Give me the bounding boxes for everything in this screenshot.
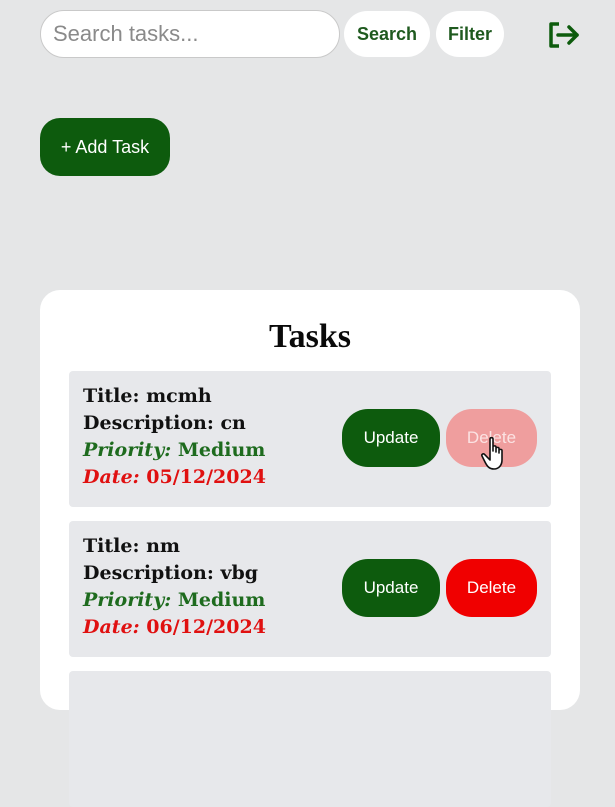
task-title: Title: mcmh xyxy=(83,383,266,410)
task-date-label: Date: xyxy=(83,466,140,488)
task-description: Description: vbg xyxy=(83,560,266,587)
task-date-value: 05/12/2024 xyxy=(146,466,266,488)
add-task-button[interactable]: + Add Task xyxy=(40,118,170,176)
delete-button[interactable]: Delete xyxy=(446,559,537,617)
task-description-value: vbg xyxy=(220,562,259,584)
filter-button[interactable]: Filter xyxy=(436,11,504,57)
task-priority-label: Priority: xyxy=(83,439,172,461)
task-card: Title: nm Description: vbg Priority: Med… xyxy=(69,521,551,657)
logout-button[interactable] xyxy=(544,20,584,50)
task-description-label: Description: xyxy=(83,562,214,584)
task-description-value: cn xyxy=(220,412,246,434)
task-date-label: Date: xyxy=(83,616,140,638)
task-info: Title: mcmh Description: cn Priority: Me… xyxy=(83,383,266,491)
task-date: Date: 05/12/2024 xyxy=(83,464,266,491)
task-card xyxy=(69,671,551,807)
task-date: Date: 06/12/2024 xyxy=(83,614,266,641)
update-button[interactable]: Update xyxy=(342,409,440,467)
task-description-label: Description: xyxy=(83,412,214,434)
search-button[interactable]: Search xyxy=(344,11,430,57)
tasks-heading: Tasks xyxy=(269,318,351,355)
task-title-label: Title: xyxy=(83,385,140,407)
top-toolbar: Search Filter xyxy=(40,10,595,58)
task-priority: Priority: Medium xyxy=(83,437,266,464)
task-card: Title: mcmh Description: cn Priority: Me… xyxy=(69,371,551,507)
update-button[interactable]: Update xyxy=(342,559,440,617)
tasks-panel: Tasks Title: mcmh Description: cn Priori… xyxy=(40,290,580,807)
task-priority-value: Medium xyxy=(177,589,266,611)
search-input[interactable] xyxy=(40,10,340,58)
delete-button[interactable]: Delete xyxy=(446,409,537,467)
task-title: Title: nm xyxy=(83,533,266,560)
logout-icon xyxy=(549,22,579,48)
task-description: Description: cn xyxy=(83,410,266,437)
task-title-label: Title: xyxy=(83,535,140,557)
task-priority: Priority: Medium xyxy=(83,587,266,614)
task-info: Title: nm Description: vbg Priority: Med… xyxy=(83,533,266,641)
task-title-value: mcmh xyxy=(146,385,212,407)
task-priority-label: Priority: xyxy=(83,589,172,611)
task-date-value: 06/12/2024 xyxy=(146,616,266,638)
task-priority-value: Medium xyxy=(177,439,266,461)
task-title-value: nm xyxy=(146,535,180,557)
